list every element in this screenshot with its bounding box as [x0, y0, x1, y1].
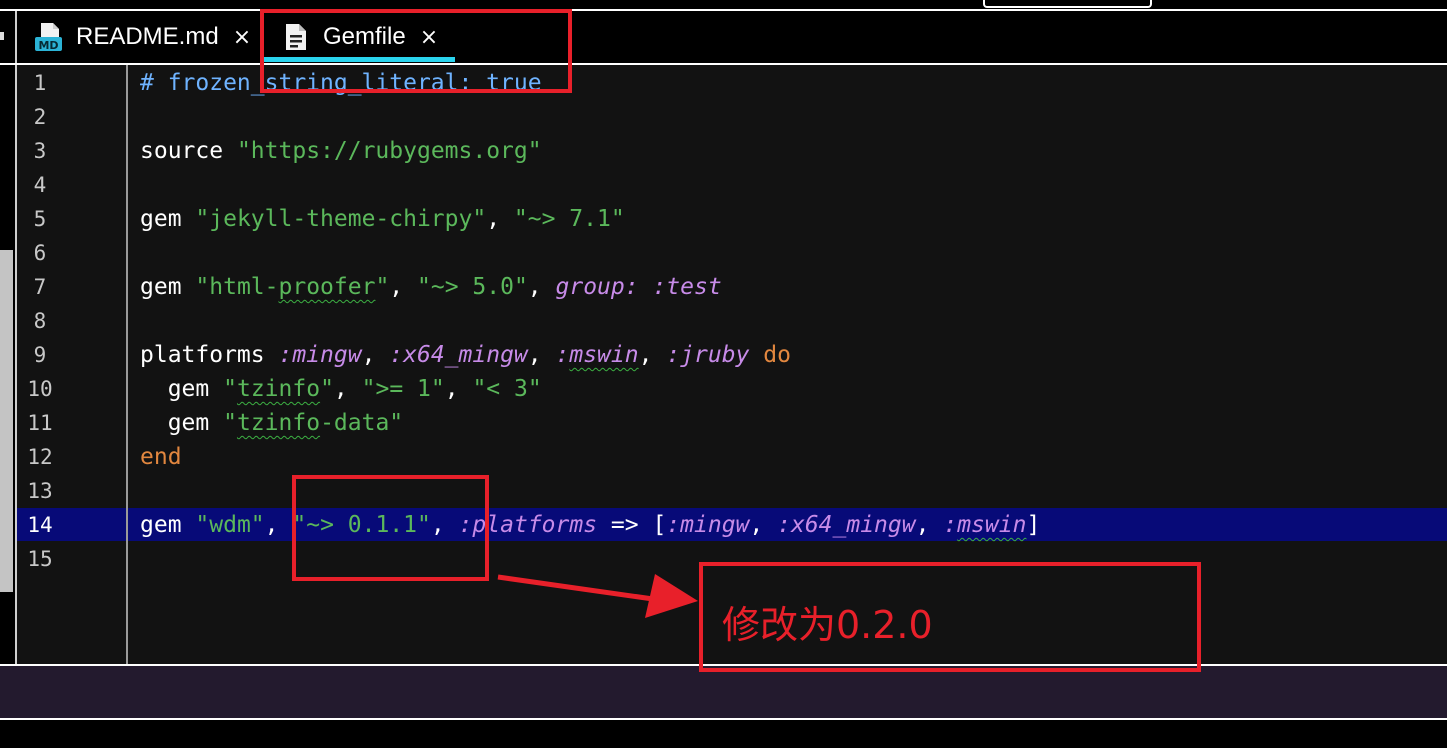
- annotation-note-text: 修改为0.2.0: [722, 603, 933, 647]
